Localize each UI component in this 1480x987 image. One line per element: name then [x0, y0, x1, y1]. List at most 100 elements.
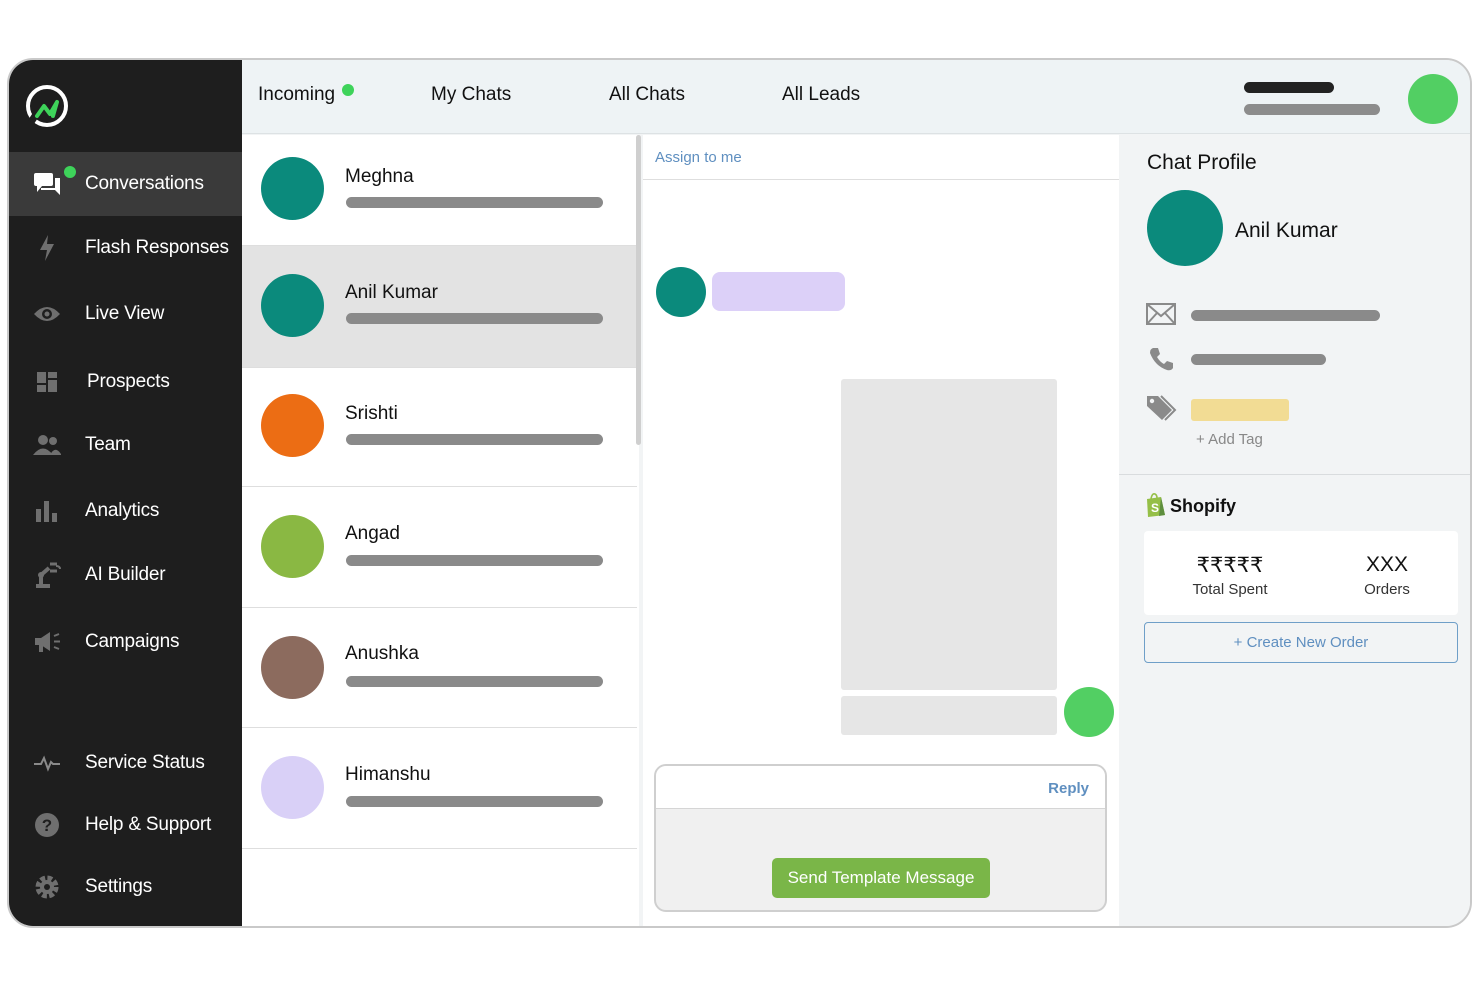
sidebar-item-label: Live View: [85, 303, 165, 324]
profile-name: Anil Kumar: [1235, 219, 1338, 242]
incoming-message-bubble: [712, 272, 845, 311]
chat-list-item-angad[interactable]: Angad: [242, 487, 637, 608]
avatar: [261, 394, 324, 457]
total-spent-label: Total Spent: [1192, 581, 1268, 598]
megaphone-icon: [33, 628, 61, 656]
create-new-order-button[interactable]: + Create New Order: [1144, 622, 1458, 663]
message-preview-placeholder: [346, 555, 603, 566]
svg-text:?: ?: [42, 816, 52, 835]
chat-list-item-srishti[interactable]: Srishti: [242, 368, 637, 487]
incoming-online-dot: [342, 84, 354, 96]
sidebar-item-label: Service Status: [85, 752, 205, 773]
chat-list-item-anil-kumar[interactable]: Anil Kumar: [242, 246, 637, 368]
sidebar-item-ai-builder[interactable]: AI Builder: [9, 543, 242, 607]
sidebar-item-analytics[interactable]: Analytics: [9, 479, 242, 543]
chat-profile-panel: Chat Profile Anil Kumar + Add Tag S Shop…: [1119, 135, 1470, 926]
tab-all-chats[interactable]: All Chats: [609, 84, 685, 106]
sidebar-item-label: Settings: [85, 876, 153, 897]
chat-list-item-himanshu[interactable]: Himanshu: [242, 728, 637, 849]
panel-title: Chat Profile: [1147, 151, 1257, 174]
send-template-message-button[interactable]: Send Template Message: [772, 858, 990, 898]
team-icon: [33, 431, 61, 459]
notification-dot: [64, 166, 76, 178]
sidebar-item-label: Conversations: [85, 173, 204, 194]
bar-chart-icon: [33, 497, 61, 525]
sidebar-item-label: Team: [85, 434, 131, 455]
chat-name: Anil Kumar: [345, 282, 438, 303]
sidebar-item-label: Analytics: [85, 500, 160, 521]
tab-my-chats[interactable]: My Chats: [431, 84, 511, 106]
sidebar-item-team[interactable]: Team: [9, 413, 242, 477]
message-preview-placeholder: [346, 197, 603, 208]
sidebar-item-flash-responses[interactable]: Flash Responses: [9, 216, 242, 280]
sidebar-item-settings[interactable]: Settings: [9, 855, 242, 919]
reply-composer: Reply Send Template Message: [654, 764, 1107, 912]
app-logo-icon[interactable]: [23, 82, 71, 130]
chat-name: Meghna: [345, 166, 414, 187]
outgoing-message-caption: [841, 696, 1057, 735]
eye-icon: [33, 300, 61, 328]
chat-name: Angad: [345, 523, 400, 544]
orders-label: Orders: [1364, 581, 1410, 598]
avatar: [261, 157, 324, 220]
avatar: [261, 515, 324, 578]
chat-name: Anushka: [345, 643, 419, 664]
lightning-icon: [33, 234, 61, 262]
sidebar-item-live-view[interactable]: Live View: [9, 282, 242, 346]
user-name-placeholder: [1244, 82, 1334, 93]
shopify-heading: Shopify: [1170, 496, 1236, 516]
tab-incoming[interactable]: Incoming: [258, 84, 335, 106]
chat-name: Srishti: [345, 403, 398, 424]
shopify-stats-card: ₹₹₹₹₹ Total Spent XXX Orders: [1144, 531, 1458, 615]
contact-avatar: [656, 267, 706, 317]
divider: [1119, 474, 1470, 475]
shopify-bag-icon: S: [1145, 493, 1167, 517]
mail-icon: [1145, 300, 1177, 328]
email-placeholder: [1191, 310, 1380, 321]
sidebar-item-conversations[interactable]: Conversations: [9, 152, 242, 216]
message-preview-placeholder: [346, 434, 603, 445]
reply-header: Reply: [656, 766, 1105, 809]
svg-text:S: S: [1151, 501, 1159, 515]
phone-icon: [1145, 345, 1177, 373]
app-window: Conversations Flash Responses Live View …: [7, 58, 1472, 928]
avatar: [261, 756, 324, 819]
chat-list: Meghna Anil Kumar Srishti Angad Anushka …: [242, 135, 639, 926]
add-tag-link[interactable]: + Add Tag: [1196, 431, 1263, 448]
phone-placeholder: [1191, 354, 1326, 365]
divider: [643, 179, 1119, 180]
assign-to-me-link[interactable]: Assign to me: [655, 149, 742, 166]
avatar: [1147, 190, 1223, 266]
gear-icon: [33, 873, 61, 901]
tab-all-leads[interactable]: All Leads: [782, 84, 860, 106]
sidebar: Conversations Flash Responses Live View …: [9, 60, 242, 926]
message-preview-placeholder: [346, 676, 603, 687]
sidebar-item-help-support[interactable]: ? Help & Support: [9, 793, 242, 857]
chat-list-item-anushka[interactable]: Anushka: [242, 608, 637, 728]
chat-list-item-meghna[interactable]: Meghna: [242, 135, 637, 246]
sidebar-item-label: Flash Responses: [85, 237, 229, 258]
agent-avatar: [1064, 687, 1114, 737]
total-spent-value: ₹₹₹₹₹: [1196, 554, 1264, 577]
sidebar-item-campaigns[interactable]: Campaigns: [9, 610, 242, 674]
pulse-icon: [33, 749, 61, 777]
sidebar-item-label: AI Builder: [85, 564, 166, 585]
conversation-panel: Assign to me Reply Send Template Message: [643, 135, 1119, 926]
avatar: [261, 636, 324, 699]
chat-list-scrollbar[interactable]: [636, 135, 641, 445]
sidebar-item-label: Help & Support: [85, 814, 212, 835]
tag-icon: [1145, 394, 1177, 422]
top-bar: Incoming My Chats All Chats All Leads: [242, 60, 1470, 134]
sidebar-item-label: Campaigns: [85, 631, 180, 652]
sidebar-item-service-status[interactable]: Service Status: [9, 731, 242, 795]
help-circle-icon: ?: [33, 811, 61, 839]
chat-name: Himanshu: [345, 764, 431, 785]
robot-arm-icon: [33, 561, 61, 589]
sidebar-item-prospects[interactable]: Prospects: [9, 350, 242, 414]
outgoing-media-message: [841, 379, 1057, 690]
reply-tab[interactable]: Reply: [1048, 780, 1089, 797]
user-avatar[interactable]: [1408, 74, 1458, 124]
tag-chip[interactable]: [1191, 399, 1289, 421]
dashboard-grid-icon: [33, 368, 61, 396]
message-preview-placeholder: [346, 796, 603, 807]
